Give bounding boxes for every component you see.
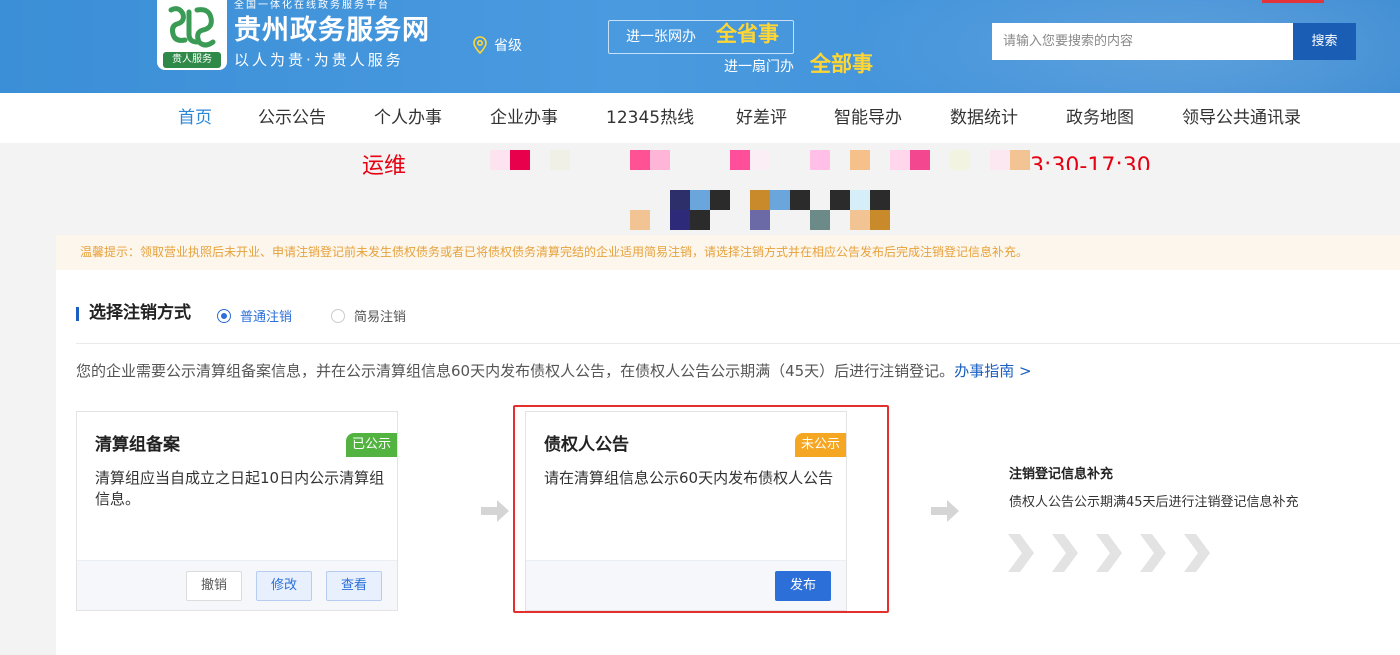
region-selector[interactable]: 省级 — [472, 35, 522, 55]
logo-icon — [168, 6, 216, 48]
step3-title: 注销登记信息补充 — [1009, 467, 1114, 482]
nav-item-personal[interactable]: 个人办事 — [374, 93, 442, 143]
tip-text: 温馨提示：领取营业执照后未开业、申请注销登记前未发生债权债务或者已将债权债务清算… — [80, 245, 1029, 259]
arrow-right-icon — [931, 500, 959, 522]
maintenance-notice-start: 运维 — [362, 154, 407, 179]
promo-line2-highlight: 全部事 — [810, 52, 873, 76]
status-badge: 未公示 — [794, 433, 846, 457]
site-tagline: 全国一体化在线政务服务平台 — [234, 0, 390, 11]
search-button[interactable]: 搜索 — [1293, 23, 1356, 60]
radio-selected-icon — [217, 308, 231, 323]
nav-item-enterprise[interactable]: 企业办事 — [490, 93, 558, 143]
card-liquidation-filing: 清算组备案 已公示 清算组应当自成立之日起10日内公示清算组信息。 撤销 修改 … — [76, 411, 398, 611]
nav-item-home[interactable]: 首页 — [178, 93, 212, 143]
site-slogan: 以人为贵·为贵人服务 — [234, 51, 404, 69]
guide-link[interactable]: 办事指南 > — [954, 362, 1031, 380]
edit-button[interactable]: 修改 — [256, 571, 312, 601]
nav-item-map[interactable]: 政务地图 — [1066, 93, 1134, 143]
card-actions: 撤销 修改 查看 — [77, 560, 397, 610]
nav-item-statistics[interactable]: 数据统计 — [950, 93, 1018, 143]
site-header: 贵人服务 全国一体化在线政务服务平台 贵州政务服务网 以人为贵·为贵人服务 省级… — [0, 0, 1400, 93]
card-title: 债权人公告 — [544, 435, 629, 455]
tip-banner: 温馨提示：领取营业执照后未开业、申请注销登记前未发生债权债务或者已将债权债务清算… — [56, 235, 1400, 270]
card-description: 清算组应当自成立之日起10日内公示清算组信息。 — [95, 469, 385, 508]
step3-description: 债权人公告公示期满45天后进行注销登记信息补充 — [1009, 495, 1299, 510]
nav-item-hotline[interactable]: 12345热线 — [606, 93, 694, 143]
region-label: 省级 — [494, 38, 522, 54]
logo-badge: 贵人服务 — [163, 52, 221, 68]
promo-line1-prefix: 进一张网办 — [626, 29, 696, 45]
card-title: 清算组备案 — [95, 435, 180, 455]
site-logo[interactable]: 贵人服务 — [157, 0, 227, 70]
radio-simple-label: 简易注销 — [354, 310, 407, 325]
arrow-right-icon — [481, 500, 509, 522]
revoke-button[interactable]: 撤销 — [186, 571, 242, 601]
radio-simple-cancellation[interactable]: 简易注销 — [331, 306, 406, 325]
status-badge: 已公示 — [345, 433, 397, 457]
promo-banner: 进一张网办 全省事 进一扇门办 全部事 — [608, 12, 898, 82]
chevron-right-icon — [1008, 534, 1210, 572]
process-description-text: 您的企业需要公示清算组备案信息，并在公示清算组信息60天内发布债权人公告，在债权… — [76, 362, 955, 380]
radio-normal-label: 普通注销 — [240, 310, 293, 325]
radio-normal-cancellation[interactable]: 普通注销 — [217, 306, 292, 325]
section-divider — [76, 343, 1400, 344]
promo-line1-highlight: 全省事 — [716, 22, 779, 46]
main-nav: 首页 公示公告 个人办事 企业办事 12345热线 好差评 智能导办 数据统计 … — [0, 93, 1400, 143]
nav-item-rating[interactable]: 好差评 — [736, 93, 787, 143]
location-pin-icon — [473, 36, 487, 54]
process-description: 您的企业需要公示清算组备案信息，并在公示清算组信息60天内发布债权人公告，在债权… — [76, 359, 1032, 383]
promo-line2-prefix: 进一扇门办 — [724, 59, 794, 75]
nav-item-directory[interactable]: 领导公共通讯录 — [1182, 93, 1301, 143]
radio-unselected-icon — [331, 308, 345, 323]
nav-item-smart-guide[interactable]: 智能导办 — [834, 93, 902, 143]
view-button[interactable]: 查看 — [326, 571, 382, 601]
nav-item-announcements[interactable]: 公示公告 — [258, 93, 326, 143]
card-actions: 发布 — [526, 560, 846, 610]
section-title-bar — [76, 307, 79, 321]
header-top-accent — [1262, 0, 1324, 3]
publish-button[interactable]: 发布 — [775, 571, 831, 601]
cancellation-panel: 选择注销方式 普通注销 简易注销 您的企业需要公示清算组备案信息，并在公示清算组… — [56, 270, 1400, 655]
section-title: 选择注销方式 — [89, 303, 191, 323]
card-creditor-notice: 债权人公告 未公示 请在清算组信息公示60天内发布债权人公告 发布 — [525, 411, 847, 611]
search-input[interactable] — [992, 23, 1293, 60]
maintenance-notice-end: 3:30-17:30 — [1030, 154, 1151, 170]
card-description: 请在清算组信息公示60天内发布债权人公告 — [544, 469, 834, 487]
site-name[interactable]: 贵州政务服务网 — [234, 13, 430, 49]
